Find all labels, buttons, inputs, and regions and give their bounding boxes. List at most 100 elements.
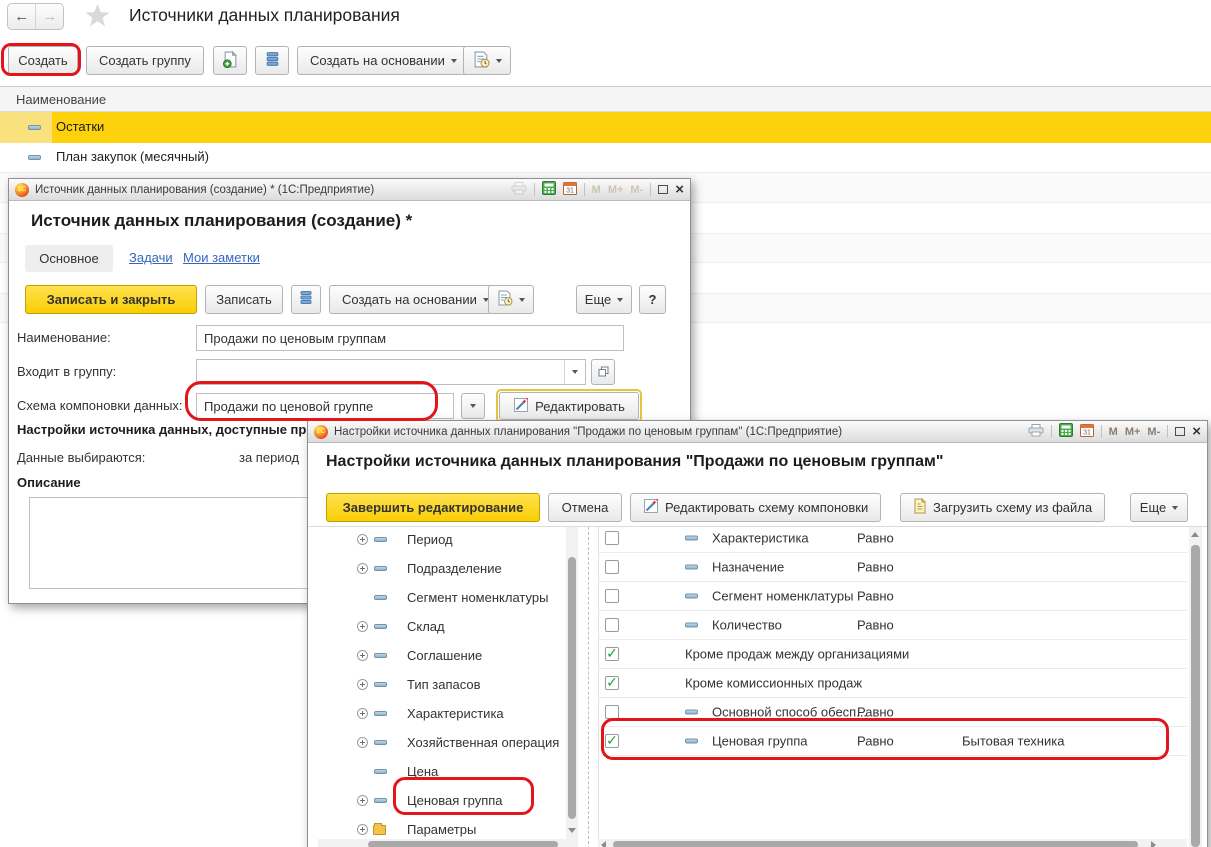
memory-button[interactable]: M bbox=[592, 184, 601, 196]
calculator-icon[interactable] bbox=[1059, 423, 1073, 440]
row-checkbox[interactable] bbox=[605, 618, 619, 632]
maximize-button[interactable] bbox=[1175, 427, 1185, 436]
load-scheme-button[interactable]: Загрузить схему из файла bbox=[900, 493, 1105, 522]
row-checkbox[interactable]: ✓ bbox=[605, 647, 619, 661]
filter-row[interactable]: ✓ Кроме комиссионных продаж bbox=[599, 669, 1187, 698]
list-row-selected[interactable]: Остатки bbox=[0, 112, 1211, 143]
row-checkbox[interactable]: ✓ bbox=[605, 734, 619, 748]
save-button[interactable]: Записать bbox=[205, 285, 283, 314]
expand-icon[interactable] bbox=[357, 708, 368, 719]
memory-plus-button[interactable]: M+ bbox=[608, 184, 624, 196]
scheme-dropdown-button[interactable] bbox=[461, 393, 485, 419]
data-select-label: Данные выбираются: bbox=[17, 450, 145, 465]
filters-vertical-scrollbar[interactable] bbox=[1189, 527, 1202, 847]
filter-row[interactable]: Характеристика Равно bbox=[599, 527, 1187, 553]
memory-minus-button[interactable]: M- bbox=[630, 184, 643, 196]
favorite-star-icon[interactable] bbox=[85, 4, 110, 28]
create-based-on-button[interactable]: Создать на основании bbox=[329, 285, 502, 314]
expand-icon[interactable] bbox=[357, 534, 368, 545]
memory-button[interactable]: M bbox=[1109, 426, 1118, 438]
dialog2-heading: Настройки источника данных планирования … bbox=[326, 453, 943, 471]
filters-horizontal-scrollbar[interactable] bbox=[598, 839, 1187, 847]
item-dash-icon bbox=[374, 798, 387, 803]
expand-icon[interactable] bbox=[357, 824, 368, 835]
tree-item[interactable]: Ценовая группа bbox=[318, 786, 566, 815]
expand-icon[interactable] bbox=[357, 563, 368, 574]
create-based-on-button[interactable]: Создать на основании bbox=[297, 46, 470, 75]
group-dropdown-button[interactable] bbox=[564, 360, 578, 384]
tree-item-label: Сегмент номенклатуры bbox=[407, 590, 548, 605]
copy-item-button[interactable] bbox=[213, 46, 247, 75]
maximize-button[interactable] bbox=[658, 185, 668, 194]
filter-row[interactable]: Основной способ обесп... Равно bbox=[599, 698, 1187, 727]
expand-icon[interactable] bbox=[357, 650, 368, 661]
close-button[interactable]: × bbox=[1192, 424, 1201, 439]
filter-row[interactable]: Количество Равно bbox=[599, 611, 1187, 640]
tab-tasks[interactable]: Задачи bbox=[129, 250, 173, 265]
tree-item[interactable]: Цена bbox=[318, 757, 566, 786]
tree-item[interactable]: Склад bbox=[318, 612, 566, 641]
list-settings-button[interactable] bbox=[291, 285, 321, 314]
more-button[interactable]: Еще bbox=[576, 285, 632, 314]
list-row[interactable]: План закупок (месячный) bbox=[0, 143, 1211, 173]
list-settings-button[interactable] bbox=[255, 46, 289, 75]
close-button[interactable]: × bbox=[675, 182, 684, 197]
help-button[interactable]: ? bbox=[639, 285, 666, 314]
dialog1-titlebar: 1С Источник данных планирования (создани… bbox=[9, 179, 690, 201]
tree-horizontal-scrollbar[interactable] bbox=[318, 839, 566, 847]
row-checkbox[interactable] bbox=[605, 560, 619, 574]
list-row-label: План закупок (месячный) bbox=[56, 149, 209, 164]
expand-icon[interactable] bbox=[357, 621, 368, 632]
finish-editing-button[interactable]: Завершить редактирование bbox=[326, 493, 540, 522]
tree-item[interactable]: Сегмент номенклатуры bbox=[318, 583, 566, 612]
item-dash-icon bbox=[374, 711, 387, 716]
name-field[interactable]: Продажи по ценовым группам bbox=[196, 325, 624, 351]
calendar-icon[interactable]: 31 bbox=[563, 181, 577, 198]
filter-row[interactable]: ✓ Ценовая группа Равно Бытовая техника bbox=[599, 727, 1187, 756]
expand-icon[interactable] bbox=[357, 737, 368, 748]
more-label: Еще bbox=[1140, 500, 1166, 515]
expand-icon[interactable] bbox=[357, 679, 368, 690]
row-checkbox[interactable] bbox=[605, 531, 619, 545]
tree-item[interactable]: Период bbox=[318, 527, 566, 554]
tree-item-label: Подразделение bbox=[407, 561, 502, 576]
calculator-icon[interactable] bbox=[542, 181, 556, 198]
open-in-window-icon bbox=[598, 365, 609, 380]
memory-minus-button[interactable]: M- bbox=[1147, 426, 1160, 438]
filter-row[interactable]: Сегмент номенклатуры Равно bbox=[599, 582, 1187, 611]
forward-button[interactable]: → bbox=[35, 4, 63, 29]
row-checkbox[interactable]: ✓ bbox=[605, 676, 619, 690]
row-checkbox[interactable] bbox=[605, 705, 619, 719]
expand-icon[interactable] bbox=[357, 795, 368, 806]
save-and-close-button[interactable]: Записать и закрыть bbox=[25, 285, 197, 314]
create-button-label: Создать bbox=[18, 53, 67, 68]
tab-notes[interactable]: Мои заметки bbox=[183, 250, 260, 265]
group-field[interactable] bbox=[196, 359, 586, 385]
more-button[interactable]: Еще bbox=[1130, 493, 1188, 522]
edit-scheme-button[interactable]: Редактировать bbox=[499, 392, 639, 420]
edit-composition-scheme-button[interactable]: Редактировать схему компоновки bbox=[630, 493, 881, 522]
tree-item[interactable]: Подразделение bbox=[318, 554, 566, 583]
tree-item[interactable]: Соглашение bbox=[318, 641, 566, 670]
filter-row[interactable]: Назначение Равно bbox=[599, 553, 1187, 582]
print-icon[interactable] bbox=[511, 182, 527, 198]
filter-row[interactable]: ✓ Кроме продаж между организациями bbox=[599, 640, 1187, 669]
tree-item[interactable]: Тип запасов bbox=[318, 670, 566, 699]
tab-main[interactable]: Основное bbox=[25, 245, 113, 272]
memory-plus-button[interactable]: M+ bbox=[1125, 426, 1141, 438]
row-checkbox[interactable] bbox=[605, 589, 619, 603]
group-open-button[interactable] bbox=[591, 359, 615, 385]
cancel-button[interactable]: Отмена bbox=[548, 493, 622, 522]
tree-item[interactable]: Характеристика bbox=[318, 699, 566, 728]
back-button[interactable]: ← bbox=[8, 4, 35, 29]
calendar-icon[interactable]: 31 bbox=[1080, 423, 1094, 440]
tree-item[interactable]: Хозяйственная операция bbox=[318, 728, 566, 757]
scheme-field[interactable]: Продажи по ценовой группе bbox=[196, 393, 454, 419]
report-history-button[interactable] bbox=[463, 46, 511, 75]
report-history-button[interactable] bbox=[488, 285, 534, 314]
create-group-button[interactable]: Создать группу bbox=[86, 46, 204, 75]
create-button[interactable]: Создать bbox=[8, 46, 78, 75]
panel-splitter[interactable] bbox=[588, 527, 589, 847]
print-icon[interactable] bbox=[1028, 424, 1044, 440]
tree-vertical-scrollbar[interactable] bbox=[566, 527, 578, 847]
